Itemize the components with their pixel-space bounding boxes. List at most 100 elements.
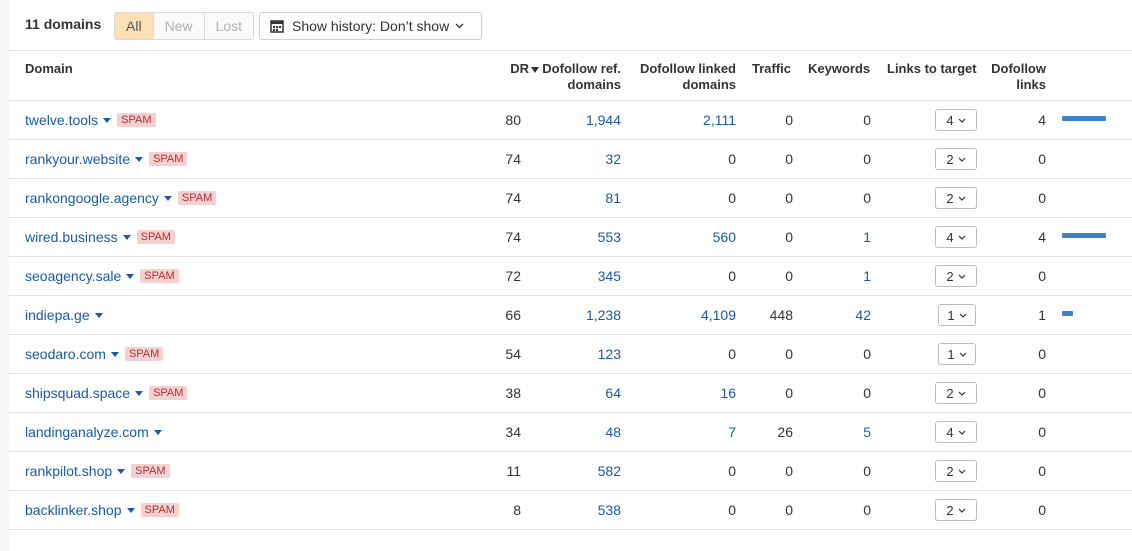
chevron-down-icon xyxy=(959,352,967,357)
caret-down-icon[interactable] xyxy=(153,429,162,435)
chevron-down-icon xyxy=(958,508,966,513)
dofollow-ref-domains-link[interactable]: 345 xyxy=(539,257,621,295)
links-to-target-dropdown[interactable]: 4 xyxy=(935,421,977,443)
caret-down-icon[interactable] xyxy=(126,273,135,279)
dofollow-links-value: 0 xyxy=(1038,385,1046,401)
dofollow-links-bar xyxy=(1062,311,1073,316)
links-to-target-dropdown[interactable]: 2 xyxy=(935,148,977,170)
dofollow-links-value: 1 xyxy=(1038,307,1046,323)
traffic-value: 0 xyxy=(785,151,793,167)
keywords-link: 0 xyxy=(863,502,871,518)
traffic-value: 0 xyxy=(785,229,793,245)
keywords-link[interactable]: 5 xyxy=(809,413,871,451)
domain-link[interactable]: rankongoogle.agency xyxy=(25,179,159,217)
dofollow-links-value: 0 xyxy=(1038,268,1046,284)
column-header-dofollow-links: Dofollow links xyxy=(979,61,1046,93)
domain-link[interactable]: seodaro.com xyxy=(25,335,106,373)
caret-down-icon[interactable] xyxy=(135,156,144,162)
links-to-target-value: 4 xyxy=(946,112,954,128)
dofollow-ref-domains-link[interactable]: 1,238 xyxy=(539,296,621,334)
keywords-link[interactable]: 42 xyxy=(809,296,871,334)
dofollow-linked-domains-link[interactable]: 560 xyxy=(649,218,736,256)
domain-cell: wired.business SPAM xyxy=(25,218,175,256)
column-header-dofollow-linked-domains: Dofollow linked domains xyxy=(629,61,736,93)
links-to-target-dropdown[interactable]: 4 xyxy=(935,109,977,131)
links-to-target-value: 2 xyxy=(946,463,954,479)
keywords-link[interactable]: 1 xyxy=(809,218,871,256)
caret-down-icon[interactable] xyxy=(122,234,131,240)
domain-cell: seoagency.sale SPAM xyxy=(25,257,179,295)
table-row: backlinker.shop SPAM 8 538 0 0 0 2 0 xyxy=(9,491,1132,530)
spam-badge: SPAM xyxy=(149,386,188,400)
keywords-link: 0 xyxy=(863,463,871,479)
dofollow-linked-domains-link[interactable]: 7 xyxy=(649,413,736,451)
dofollow-ref-domains-link[interactable]: 538 xyxy=(539,491,621,529)
domain-link[interactable]: twelve.tools xyxy=(25,101,98,139)
domain-cell: indiepa.ge xyxy=(25,296,103,334)
domain-link[interactable]: indiepa.ge xyxy=(25,296,90,334)
dofollow-linked-domains-link: 0 xyxy=(728,346,736,362)
links-to-target-dropdown[interactable]: 2 xyxy=(935,265,977,287)
dofollow-ref-domains-link[interactable]: 553 xyxy=(539,218,621,256)
domain-link[interactable]: wired.business xyxy=(25,218,118,256)
domain-link[interactable]: shipsquad.space xyxy=(25,374,130,412)
column-header-dofollow-ref-domains-line2: domains xyxy=(567,77,621,92)
links-to-target-value: 2 xyxy=(946,385,954,401)
referring-domains-panel: 11 domains All New Lost Show history: Do… xyxy=(9,0,1132,551)
dofollow-linked-domains-link[interactable]: 16 xyxy=(649,374,736,412)
caret-down-icon[interactable] xyxy=(94,312,103,318)
filter-all-button[interactable]: All xyxy=(115,13,153,39)
table-row: rankyour.website SPAM 74 32 0 0 0 2 0 xyxy=(9,140,1132,179)
dofollow-ref-domains-link[interactable]: 123 xyxy=(539,335,621,373)
show-history-dropdown[interactable]: Show history: Don’t show xyxy=(259,12,482,40)
caret-down-icon[interactable] xyxy=(117,468,126,474)
domain-cell: shipsquad.space SPAM xyxy=(25,374,188,412)
filter-new-button[interactable]: New xyxy=(152,13,204,39)
dr-value: 11 xyxy=(506,463,521,479)
domain-link[interactable]: backlinker.shop xyxy=(25,491,122,529)
domain-cell: backlinker.shop SPAM xyxy=(25,491,179,529)
dofollow-ref-domains-link[interactable]: 1,944 xyxy=(539,101,621,139)
dofollow-linked-domains-link: 0 xyxy=(728,502,736,518)
traffic-value: 0 xyxy=(785,502,793,518)
spam-badge: SPAM xyxy=(117,113,156,127)
filter-lost-button[interactable]: Lost xyxy=(203,13,254,39)
calendar-icon xyxy=(270,19,284,33)
dofollow-linked-domains-link: 0 xyxy=(728,190,736,206)
links-to-target-dropdown[interactable]: 1 xyxy=(938,304,976,326)
domain-cell: rankongoogle.agency SPAM xyxy=(25,179,217,217)
dofollow-ref-domains-link[interactable]: 48 xyxy=(539,413,621,451)
links-to-target-dropdown[interactable]: 1 xyxy=(938,343,976,365)
caret-down-icon[interactable] xyxy=(126,507,135,513)
domain-link[interactable]: rankyour.website xyxy=(25,140,130,178)
dofollow-ref-domains-link[interactable]: 32 xyxy=(539,140,621,178)
domain-cell: rankpilot.shop SPAM xyxy=(25,452,170,490)
caret-down-icon[interactable] xyxy=(135,390,144,396)
domain-link[interactable]: seoagency.sale xyxy=(25,257,121,295)
links-to-target-dropdown[interactable]: 2 xyxy=(935,187,977,209)
dofollow-links-value: 0 xyxy=(1038,463,1046,479)
spam-badge: SPAM xyxy=(149,152,188,166)
dofollow-ref-domains-link[interactable]: 582 xyxy=(539,452,621,490)
caret-down-icon[interactable] xyxy=(163,195,172,201)
links-to-target-dropdown[interactable]: 2 xyxy=(935,382,977,404)
dofollow-linked-domains-link[interactable]: 4,109 xyxy=(649,296,736,334)
links-to-target-dropdown[interactable]: 4 xyxy=(935,226,977,248)
dofollow-ref-domains-link[interactable]: 64 xyxy=(539,374,621,412)
keywords-link: 0 xyxy=(863,190,871,206)
dofollow-linked-domains-link[interactable]: 2,111 xyxy=(649,101,736,139)
dofollow-linked-domains-link: 0 xyxy=(728,463,736,479)
dr-value: 66 xyxy=(505,307,521,323)
keywords-link[interactable]: 1 xyxy=(809,257,871,295)
dr-value: 74 xyxy=(505,229,521,245)
caret-down-icon[interactable] xyxy=(103,117,112,123)
domain-link[interactable]: rankpilot.shop xyxy=(25,452,112,490)
dofollow-ref-domains-link[interactable]: 81 xyxy=(539,179,621,217)
links-to-target-dropdown[interactable]: 2 xyxy=(935,460,977,482)
spam-badge: SPAM xyxy=(124,347,164,361)
caret-down-icon[interactable] xyxy=(110,351,119,357)
links-to-target-dropdown[interactable]: 2 xyxy=(935,499,977,521)
dr-value: 8 xyxy=(513,502,521,518)
domain-link[interactable]: landinganalyze.com xyxy=(25,413,149,451)
spam-badge: SPAM xyxy=(136,230,175,244)
